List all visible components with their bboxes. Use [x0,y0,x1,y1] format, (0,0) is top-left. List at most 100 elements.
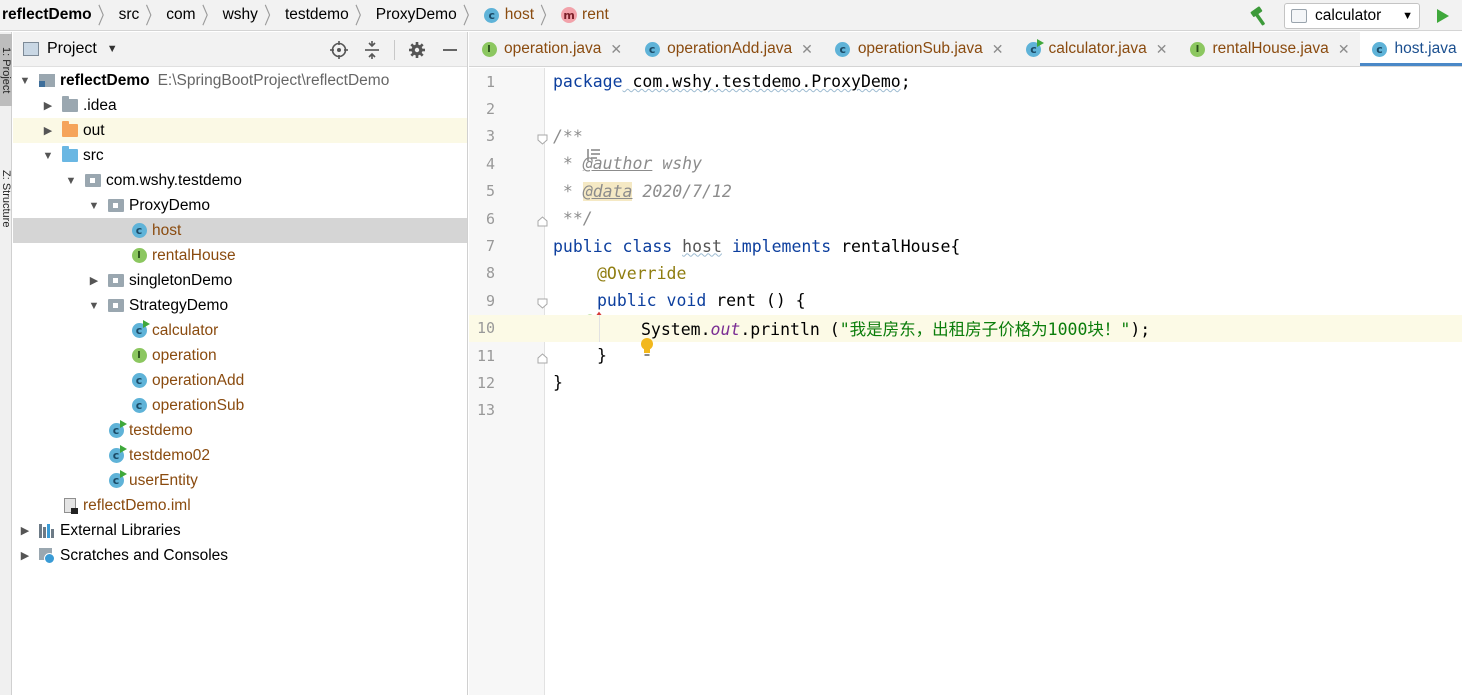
line-number: 1 [485,72,495,91]
tree-item-label: singletonDemo [129,271,233,289]
tree-item[interactable]: ▶reflectDemo.iml [13,493,467,518]
expand-arrow-down-icon[interactable]: ▼ [86,300,102,312]
build-hammer-icon[interactable] [1248,4,1272,28]
breadcrumb-separator-icon: 〉 [354,3,370,30]
code-area[interactable]: 1 package com.wshy.testdemo.ProxyDemo; 2… [469,68,1462,424]
expand-arrow-right-icon[interactable]: ▶ [40,99,56,112]
tree-item[interactable]: ▶chost [13,218,467,243]
editor-tab[interactable]: Ioperation.java ✕ [469,32,632,66]
breadcrumb-separator-icon: 〉 [201,3,217,30]
breadcrumb-item-host[interactable]: c host [484,0,534,31]
tree-item[interactable]: ▶cuserEntity [13,468,467,493]
breadcrumb-separator-icon: 〉 [263,3,279,30]
project-panel: Project ▼ ▼ reflectDemo E:\SpringBootProje… [13,32,468,695]
line-number: 6 [485,209,495,228]
run-configuration-select[interactable]: calculator ▼ [1284,2,1420,29]
locate-crosshair-icon[interactable] [328,39,350,61]
line-number: 5 [485,182,495,201]
fold-end-icon[interactable] [537,349,548,364]
class-icon: c [484,7,500,23]
project-tool-tab[interactable]: 1: Project [0,34,12,106]
runnable-class-icon: c [108,420,127,439]
minimize-icon[interactable] [439,39,461,61]
project-panel-tools [317,32,461,67]
tree-item[interactable]: ▶ External Libraries [13,518,467,543]
breadcrumb-item-project[interactable]: reflectDemo [0,0,92,31]
tree-item[interactable]: ▶Ioperation [13,343,467,368]
class-icon: c [835,41,851,57]
breadcrumb-separator-icon: 〉 [462,3,478,30]
structure-tool-tab[interactable]: Z: Structure [0,144,12,254]
expand-arrow-down-icon[interactable]: ▼ [63,175,79,187]
project-view-selector[interactable]: Project [47,40,97,58]
tree-item[interactable]: ▶coperationSub [13,393,467,418]
folder-grey-icon [62,96,78,114]
code-line: 5 * @data 2020/7/12 [469,178,1462,205]
close-tab-icon[interactable]: ✕ [610,41,622,58]
close-tab-icon[interactable]: ✕ [1338,41,1350,58]
tree-item-label: Scratches and Consoles [60,546,229,564]
run-configuration-value: calculator [1315,6,1382,24]
line-number: 4 [485,154,495,173]
tree-item-label: .idea [83,96,117,114]
line-number: 12 [476,373,495,392]
line-number: 11 [476,346,495,365]
tree-item[interactable]: ▶ singletonDemo [13,268,467,293]
fold-toggle-icon[interactable] [537,130,548,145]
breadcrumb-item-proxydemo[interactable]: ProxyDemo [376,0,457,31]
breadcrumb-item-com[interactable]: com [166,0,195,31]
breadcrumb-item-src[interactable]: src [119,0,140,31]
tree-item-label: host [152,221,182,239]
tree-item[interactable]: ▶ctestdemo02 [13,443,467,468]
tree-item[interactable]: ▶ .idea [13,93,467,118]
expand-arrow-right-icon[interactable]: ▶ [40,124,56,137]
left-tool-window-strip: 1: Project Z: Structure [0,32,12,695]
expand-arrow-down-icon[interactable]: ▼ [40,150,56,162]
tree-item[interactable]: ▼ reflectDemo E:\SpringBootProject\reflect… [13,68,467,93]
project-panel-header: Project ▼ [13,32,467,67]
tree-item[interactable]: ▶ out [13,118,467,143]
editor-tab[interactable]: c host.java [1359,32,1462,66]
line-number: 13 [476,401,495,420]
editor-tab[interactable]: IrentalHouse.java ✕ [1177,32,1359,66]
gear-icon[interactable] [406,39,428,61]
editor-tab[interactable]: c operationSub.java ✕ [823,32,1014,66]
libraries-icon [39,523,55,539]
breadcrumb-item-rent[interactable]: m rent [561,0,609,31]
tree-item[interactable]: ▶ctestdemo [13,418,467,443]
expand-arrow-down-icon[interactable]: ▼ [17,75,33,87]
expand-arrow-right-icon[interactable]: ▶ [17,524,33,537]
tree-item[interactable]: ▼ com.wshy.testdemo [13,168,467,193]
interface-icon: I [131,248,147,264]
tree-item-path: E:\SpringBootProject\reflectDemo [157,71,390,89]
caret-down-icon[interactable]: ▼ [107,43,118,55]
breadcrumb-item-testdemo[interactable]: testdemo [285,0,349,31]
run-play-icon[interactable] [1432,4,1454,28]
code-line: 2 [469,95,1462,122]
expand-arrow-right-icon[interactable]: ▶ [86,274,102,287]
tree-item[interactable]: ▶IrentalHouse [13,243,467,268]
expand-arrow-down-icon[interactable]: ▼ [86,200,102,212]
close-tab-icon[interactable]: ✕ [992,41,1004,58]
close-tab-icon[interactable]: ✕ [801,41,813,58]
tree-item[interactable]: ▶ccalculator [13,318,467,343]
code-line: 1 package com.wshy.testdemo.ProxyDemo; [469,68,1462,95]
toolbar-divider [394,39,395,60]
fold-end-icon[interactable] [537,212,548,227]
close-tab-icon[interactable]: ✕ [1156,41,1168,58]
tree-item[interactable]: ▶ Scratches and Consoles [13,543,467,568]
tree-item[interactable]: ▼ StrategyDemo [13,293,467,318]
breadcrumb-item-wshy[interactable]: wshy [223,0,258,31]
expand-arrow-right-icon[interactable]: ▶ [17,549,33,562]
tree-item[interactable]: ▶coperationAdd [13,368,467,393]
breadcrumb-separator-icon: 〉 [540,3,556,30]
interface-icon: I [1189,41,1205,57]
fold-toggle-icon[interactable] [537,294,548,309]
tree-item[interactable]: ▼ src [13,143,467,168]
tree-item[interactable]: ▼ ProxyDemo [13,193,467,218]
iml-file-icon [62,498,78,514]
caret-down-icon: ▼ [1402,9,1413,22]
collapse-all-icon[interactable] [361,39,383,61]
editor-tab[interactable]: c calculator.java ✕ [1014,32,1178,66]
editor-tab[interactable]: c operationAdd.java ✕ [632,32,823,66]
